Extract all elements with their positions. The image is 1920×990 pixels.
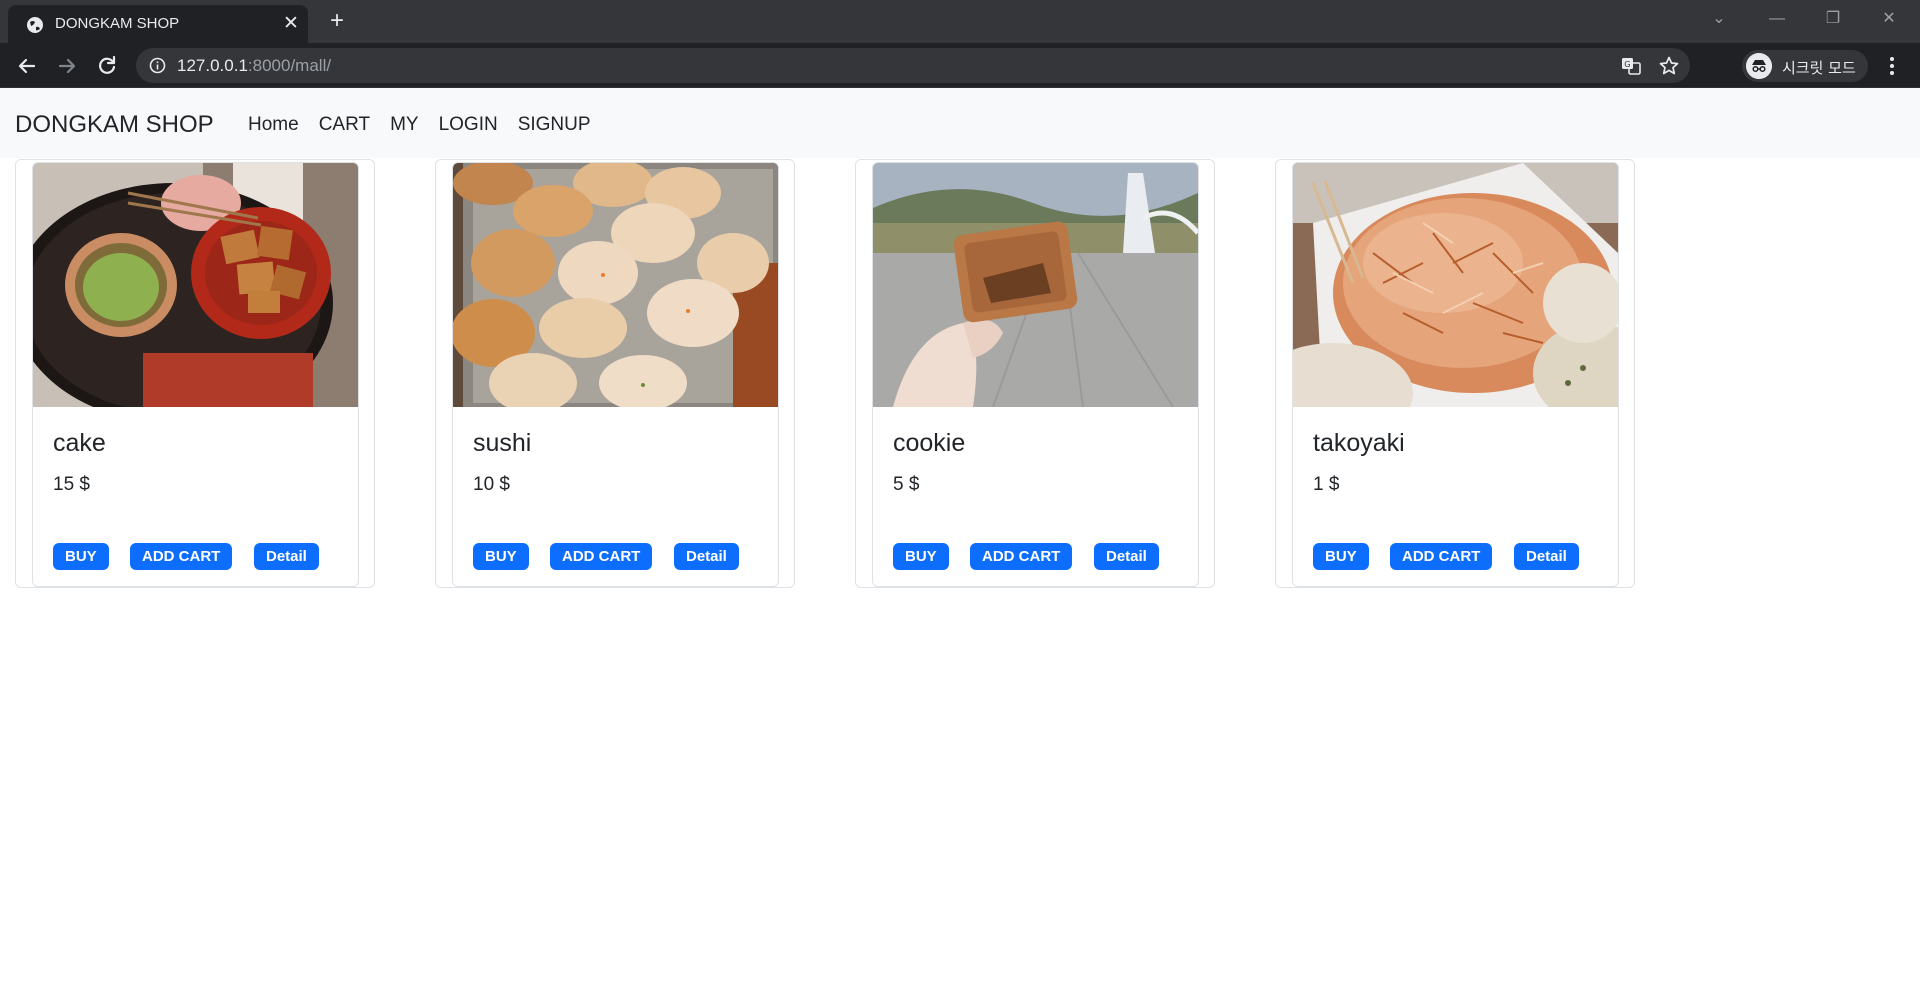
back-arrow-icon[interactable] (14, 53, 40, 79)
reload-icon[interactable] (94, 53, 120, 79)
forward-arrow-icon[interactable] (54, 53, 80, 79)
svg-text:G: G (1624, 60, 1630, 69)
product-card-cookie: cookie 5 $ BUY ADD CART Detail (855, 159, 1215, 588)
nav-link-cart[interactable]: CART (319, 114, 370, 136)
add-cart-button[interactable]: ADD CART (1390, 543, 1493, 570)
detail-button[interactable]: Detail (674, 543, 739, 570)
more-menu-icon[interactable] (1882, 55, 1902, 77)
incognito-badge[interactable]: 시크릿 모드 (1742, 50, 1868, 82)
product-price: 5 $ (893, 474, 920, 495)
browser-titlebar: DONGKAM SHOP ✕ + ⌄ — ❐ ✕ (0, 0, 1920, 43)
buy-button[interactable]: BUY (893, 543, 949, 570)
buy-button[interactable]: BUY (1313, 543, 1369, 570)
add-cart-button[interactable]: ADD CART (970, 543, 1073, 570)
product-card-sushi: sushi 10 $ BUY ADD CART Detail (435, 159, 795, 588)
product-name: cookie (893, 429, 966, 457)
translate-icon[interactable]: G (1620, 55, 1642, 77)
buy-button[interactable]: BUY (53, 543, 109, 570)
url-path: :8000/mall/ (247, 56, 332, 75)
product-price: 10 $ (473, 474, 510, 495)
address-bar[interactable]: 127.0.0.1:8000/mall/ G (136, 48, 1690, 83)
product-name: cake (53, 429, 106, 457)
detail-button[interactable]: Detail (254, 543, 319, 570)
buy-button[interactable]: BUY (473, 543, 529, 570)
minimize-icon[interactable]: — (1762, 6, 1792, 32)
product-card-cake: cake 15 $ BUY ADD CART Detail (15, 159, 375, 588)
bookmark-star-icon[interactable] (1658, 55, 1680, 77)
add-cart-button[interactable]: ADD CART (550, 543, 653, 570)
detail-button[interactable]: Detail (1514, 543, 1579, 570)
product-card-takoyaki: takoyaki 1 $ BUY ADD CART Detail (1275, 159, 1635, 588)
product-card-body: cookie 5 $ BUY ADD CART Detail (872, 162, 1199, 587)
browser-toolbar: 127.0.0.1:8000/mall/ G 시크릿 모드 (0, 43, 1920, 88)
product-image-cookie (873, 163, 1198, 407)
nav-link-my[interactable]: MY (390, 114, 419, 136)
product-image-cake (33, 163, 358, 407)
product-card-body: cake 15 $ BUY ADD CART Detail (32, 162, 359, 587)
url-text[interactable]: 127.0.0.1:8000/mall/ (177, 56, 331, 76)
info-icon[interactable] (149, 57, 166, 74)
tab-search-icon[interactable]: ⌄ (1704, 6, 1734, 32)
globe-icon (27, 17, 43, 33)
product-name: sushi (473, 429, 532, 457)
nav-link-signup[interactable]: SIGNUP (518, 114, 591, 136)
product-card-body: takoyaki 1 $ BUY ADD CART Detail (1292, 162, 1619, 587)
restore-icon[interactable]: ❐ (1818, 6, 1848, 32)
nav-link-login[interactable]: LOGIN (439, 114, 498, 136)
product-price: 15 $ (53, 474, 90, 495)
nav-links: Home CART MY LOGIN SIGNUP (248, 114, 611, 136)
product-image-sushi (453, 163, 778, 407)
nav-link-home[interactable]: Home (248, 114, 299, 136)
product-name: takoyaki (1313, 429, 1405, 457)
add-cart-button[interactable]: ADD CART (130, 543, 233, 570)
product-price: 1 $ (1313, 474, 1340, 495)
new-tab-icon[interactable]: + (325, 9, 349, 34)
incognito-label: 시크릿 모드 (1782, 59, 1856, 77)
detail-button[interactable]: Detail (1094, 543, 1159, 570)
close-window-icon[interactable]: ✕ (1874, 6, 1904, 32)
tab-title: DONGKAM SHOP (55, 15, 180, 32)
site-navbar: DONGKAM SHOP Home CART MY LOGIN SIGNUP (0, 88, 1920, 158)
tab-close-icon[interactable]: ✕ (280, 13, 302, 35)
incognito-icon (1746, 53, 1772, 79)
browser-tab[interactable]: DONGKAM SHOP ✕ (8, 5, 308, 43)
product-card-body: sushi 10 $ BUY ADD CART Detail (452, 162, 779, 587)
product-image-takoyaki (1293, 163, 1618, 407)
url-host: 127.0.0.1 (177, 56, 248, 75)
brand-link[interactable]: DONGKAM SHOP (15, 111, 214, 139)
